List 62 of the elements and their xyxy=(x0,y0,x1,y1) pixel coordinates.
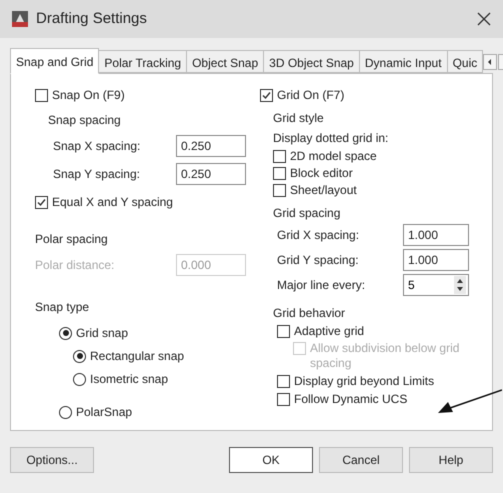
field-label: Grid Y spacing: xyxy=(277,252,360,269)
checkbox[interactable] xyxy=(260,89,273,102)
annotation-arrow xyxy=(436,388,502,416)
radio-label: Isometric snap xyxy=(90,371,168,388)
radio-button[interactable] xyxy=(59,326,72,340)
close-icon[interactable] xyxy=(477,12,491,26)
checkbox-label: 2D model space xyxy=(290,149,377,164)
checkbox-label: Display grid beyond Limits xyxy=(294,374,434,389)
checkbox[interactable] xyxy=(273,184,286,197)
checkbox-label: Grid On (F7) xyxy=(277,88,344,103)
radio-button[interactable] xyxy=(73,372,86,386)
group-label: Display dotted grid in: xyxy=(273,130,390,147)
tab[interactable]: Object Snap xyxy=(187,50,264,73)
checkbox[interactable] xyxy=(35,89,48,102)
group-label: Grid style xyxy=(273,110,325,127)
input-field[interactable]: 0.250 xyxy=(176,135,246,157)
checkbox-label: Snap On (F9) xyxy=(52,88,125,103)
dialog-button[interactable]: Help xyxy=(409,447,493,473)
field-label: Snap Y spacing: xyxy=(53,166,141,183)
group-label: Grid spacing xyxy=(273,205,342,222)
field-label: Snap X spacing: xyxy=(53,138,142,155)
checkbox[interactable] xyxy=(273,167,286,180)
spinner-field[interactable]: 5 xyxy=(403,274,469,296)
input-field[interactable]: 1.000 xyxy=(403,224,469,246)
checkbox[interactable] xyxy=(277,325,290,338)
checkbox-label: Equal X and Y spacing xyxy=(52,195,173,210)
checkbox[interactable] xyxy=(277,375,290,388)
checkbox[interactable] xyxy=(35,196,48,209)
checkbox[interactable] xyxy=(273,150,286,163)
tab[interactable]: Snap and Grid xyxy=(10,48,100,74)
checkbox-label: Allow subdivision below grid spacing xyxy=(310,341,460,371)
group-label: Snap spacing xyxy=(48,112,122,129)
field-label: Major line every: xyxy=(277,277,366,294)
dialog-button[interactable]: Cancel xyxy=(319,447,403,473)
tab[interactable]: Dynamic Input xyxy=(360,50,448,73)
checkbox-label: Adaptive grid xyxy=(294,324,364,339)
checkbox-label: Block editor xyxy=(290,166,353,181)
dialog-button[interactable]: OK xyxy=(229,447,313,473)
check-icon xyxy=(262,91,271,100)
group-label: Snap type xyxy=(35,299,90,316)
field-label: Polar distance: xyxy=(35,257,116,274)
group-label: Polar spacing xyxy=(35,231,109,248)
spinner-arrows-icon[interactable] xyxy=(454,276,466,294)
field-label: Grid X spacing: xyxy=(277,227,360,244)
tab[interactable]: 3D Object Snap xyxy=(264,50,360,73)
radio-label: Rectangular snap xyxy=(90,348,184,365)
input-field[interactable]: 1.000 xyxy=(403,249,469,271)
radio-label: PolarSnap xyxy=(76,404,132,421)
group-label: Grid behavior xyxy=(273,305,346,322)
app-icon xyxy=(12,11,28,27)
dialog-button[interactable]: Options... xyxy=(10,447,94,473)
checkbox[interactable] xyxy=(277,393,290,406)
radio-button[interactable] xyxy=(59,406,72,418)
checkbox-label: Follow Dynamic UCS xyxy=(294,392,408,407)
window-title: Drafting Settings xyxy=(36,8,148,29)
tab[interactable]: Polar Tracking xyxy=(99,50,188,73)
radio-label: Grid snap xyxy=(76,325,128,342)
input-field[interactable]: 0.250 xyxy=(176,163,246,185)
checkbox-label: Sheet/layout xyxy=(290,183,357,198)
tab[interactable]: Quic xyxy=(448,50,484,73)
check-icon xyxy=(37,198,46,207)
radio-button[interactable] xyxy=(73,350,86,362)
